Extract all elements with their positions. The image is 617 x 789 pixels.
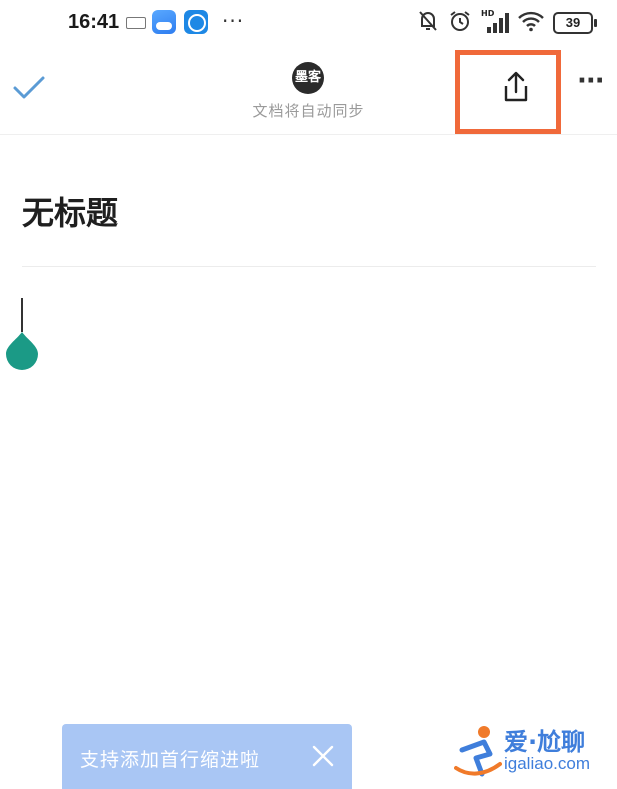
toast-message: 支持添加首行缩进啦 [80, 749, 261, 771]
status-bar: 16:41 ··· HD 39 [0, 0, 617, 46]
editor-toolbar: 墨客 文档将自动同步 ··· [0, 46, 617, 135]
runner-logo-icon [454, 724, 502, 784]
cursor-handle-icon[interactable] [4, 330, 40, 374]
text-cursor [21, 298, 23, 332]
keyboard-icon [126, 17, 146, 29]
more-notifications-icon: ··· [222, 9, 245, 33]
document-title[interactable]: 无标题 [22, 188, 118, 234]
share-highlight-box [455, 50, 561, 134]
title-divider [22, 266, 596, 267]
alarm-icon [448, 9, 472, 37]
watermark-brand: 爱·尬聊 [504, 728, 586, 756]
wifi-icon [518, 10, 544, 36]
watermark-url: igaliao.com [504, 754, 590, 773]
mute-bell-icon [417, 9, 439, 37]
status-time: 16:41 [68, 11, 120, 33]
more-options-icon[interactable]: ··· [577, 68, 605, 94]
feature-toast: 支持添加首行缩进啦 [62, 724, 352, 789]
toast-close-icon[interactable] [312, 745, 334, 767]
avatar[interactable]: 墨客 [292, 62, 324, 94]
k-app-icon [184, 10, 208, 34]
signal-icon: HD [481, 9, 509, 35]
status-icons: HD 39 [417, 9, 597, 37]
battery-indicator: 39 [553, 12, 597, 34]
weather-app-icon [152, 10, 176, 34]
watermark-logo: 爱·尬聊 igaliao.com [452, 718, 612, 784]
